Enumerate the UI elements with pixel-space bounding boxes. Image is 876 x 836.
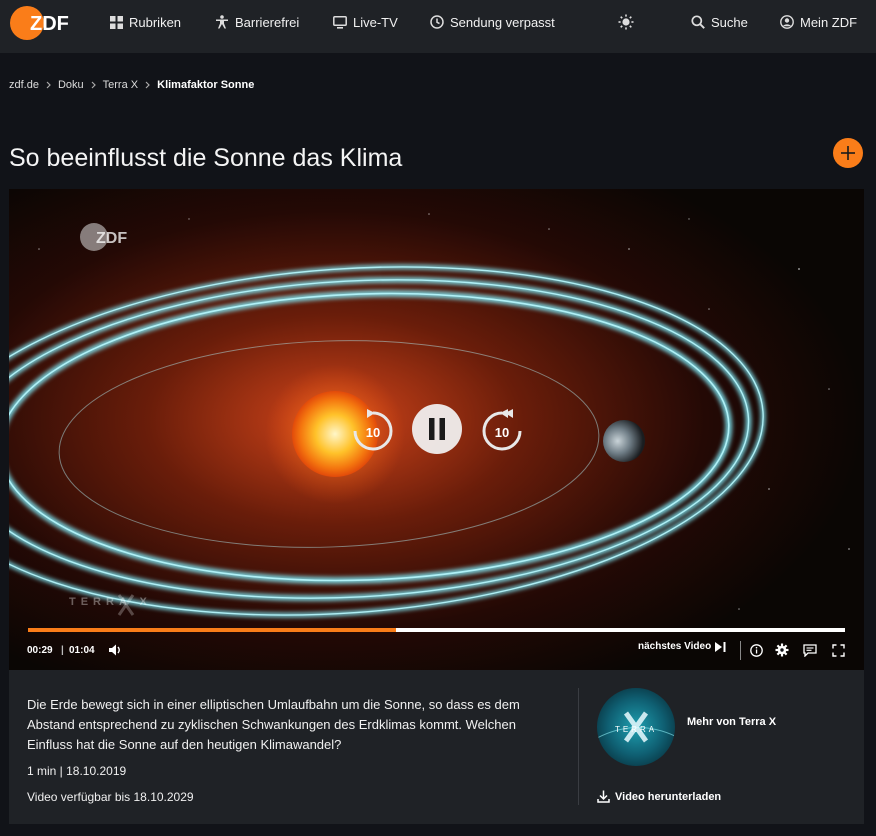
info-button[interactable]: [750, 644, 763, 662]
next-video-button[interactable]: nächstes Video: [638, 641, 726, 652]
theme-toggle-button[interactable]: [618, 0, 634, 44]
page-title: So beeinflusst die Sonne das Klima: [9, 144, 403, 172]
nav-rubriken[interactable]: Rubriken: [110, 0, 181, 44]
controls-divider: [740, 641, 741, 660]
clock-icon: [430, 15, 444, 29]
nav-live-tv-label: Live-TV: [353, 14, 398, 30]
nav-sendung-verpasst[interactable]: Sendung verpasst: [430, 0, 555, 44]
more-from-terra-x-link[interactable]: Mehr von Terra X: [687, 716, 776, 728]
chevron-right-icon: [46, 81, 51, 89]
fullscreen-button[interactable]: [832, 644, 845, 662]
plus-icon: [841, 146, 855, 160]
next-video-label: nächstes Video: [638, 641, 712, 652]
svg-text:TERRA X: TERRA X: [69, 596, 152, 608]
duration: 01:04: [69, 645, 95, 656]
skip-forward-button[interactable]: 10: [479, 408, 525, 459]
add-to-list-button[interactable]: [833, 138, 863, 168]
accessibility-icon: [216, 15, 228, 29]
subtitles-icon: [803, 644, 817, 658]
breadcrumb-item-home[interactable]: zdf.de: [9, 79, 39, 91]
top-navigation: ZDF Rubriken Barrierefrei Live-TV Sendun…: [0, 0, 876, 53]
progress-bar[interactable]: [28, 628, 845, 632]
chevron-right-icon: [91, 81, 96, 89]
video-description: Die Erde bewegt sich in einer elliptisch…: [27, 697, 520, 752]
svg-text:10: 10: [495, 425, 509, 440]
speaker-icon: [109, 644, 120, 656]
progress-played: [28, 628, 396, 632]
nav-rubriken-label: Rubriken: [129, 14, 182, 30]
video-meta: 1 min | 18.10.2019: [27, 764, 127, 778]
svg-text:ZDF: ZDF: [30, 13, 69, 35]
download-icon: [597, 790, 610, 803]
chevron-right-icon: [145, 81, 150, 89]
gear-icon: [775, 643, 789, 657]
video-player[interactable]: ZDF TERRA X 10 10: [9, 189, 864, 670]
svg-text:ZDF: ZDF: [96, 230, 127, 247]
subtitles-button[interactable]: [803, 644, 817, 662]
nav-barrierefrei[interactable]: Barrierefrei: [215, 0, 299, 44]
breadcrumb-item-terra-x[interactable]: Terra X: [103, 79, 138, 91]
skip-back-button[interactable]: 10: [350, 408, 396, 459]
account-button[interactable]: Mein ZDF: [780, 0, 857, 44]
current-time: 00:29: [27, 645, 53, 656]
volume-button[interactable]: [108, 643, 122, 662]
pause-button[interactable]: [411, 403, 463, 460]
grid-icon: [110, 15, 123, 29]
info-divider: [578, 688, 579, 805]
account-label: Mein ZDF: [800, 14, 858, 30]
info-icon: [750, 644, 763, 657]
user-icon: [780, 15, 794, 29]
settings-button[interactable]: [775, 643, 789, 662]
fullscreen-icon: [832, 644, 845, 657]
skip-next-icon: [715, 641, 726, 652]
search-icon: [691, 15, 705, 29]
breadcrumb-item-doku[interactable]: Doku: [58, 79, 84, 91]
nav-sendung-verpasst-label: Sendung verpasst: [450, 14, 555, 30]
terra-x-watermark: TERRA X: [67, 589, 157, 628]
availability-text: Video verfügbar bis 18.10.2029: [27, 790, 194, 804]
svg-text:TERRA: TERRA: [615, 725, 657, 734]
search-button[interactable]: Suche: [691, 0, 748, 44]
search-label: Suche: [711, 14, 748, 30]
svg-text:10: 10: [366, 425, 380, 440]
zdf-logo[interactable]: ZDF: [10, 4, 72, 42]
nav-live-tv[interactable]: Live-TV: [333, 0, 398, 44]
nav-barrierefrei-label: Barrierefrei: [235, 14, 300, 30]
breadcrumb: zdf.de Doku Terra X Klimafaktor Sonne: [9, 79, 254, 91]
breadcrumb-item-current: Klimafaktor Sonne: [157, 79, 255, 91]
tv-icon: [333, 15, 347, 29]
zdf-watermark: ZDF: [79, 222, 141, 257]
download-label: Video herunterladen: [615, 790, 722, 803]
download-video-button[interactable]: Video herunterladen: [597, 790, 721, 803]
terra-x-thumbnail[interactable]: TERRA: [597, 688, 675, 766]
time-separator: |: [61, 645, 64, 656]
sun-icon: [618, 14, 634, 30]
